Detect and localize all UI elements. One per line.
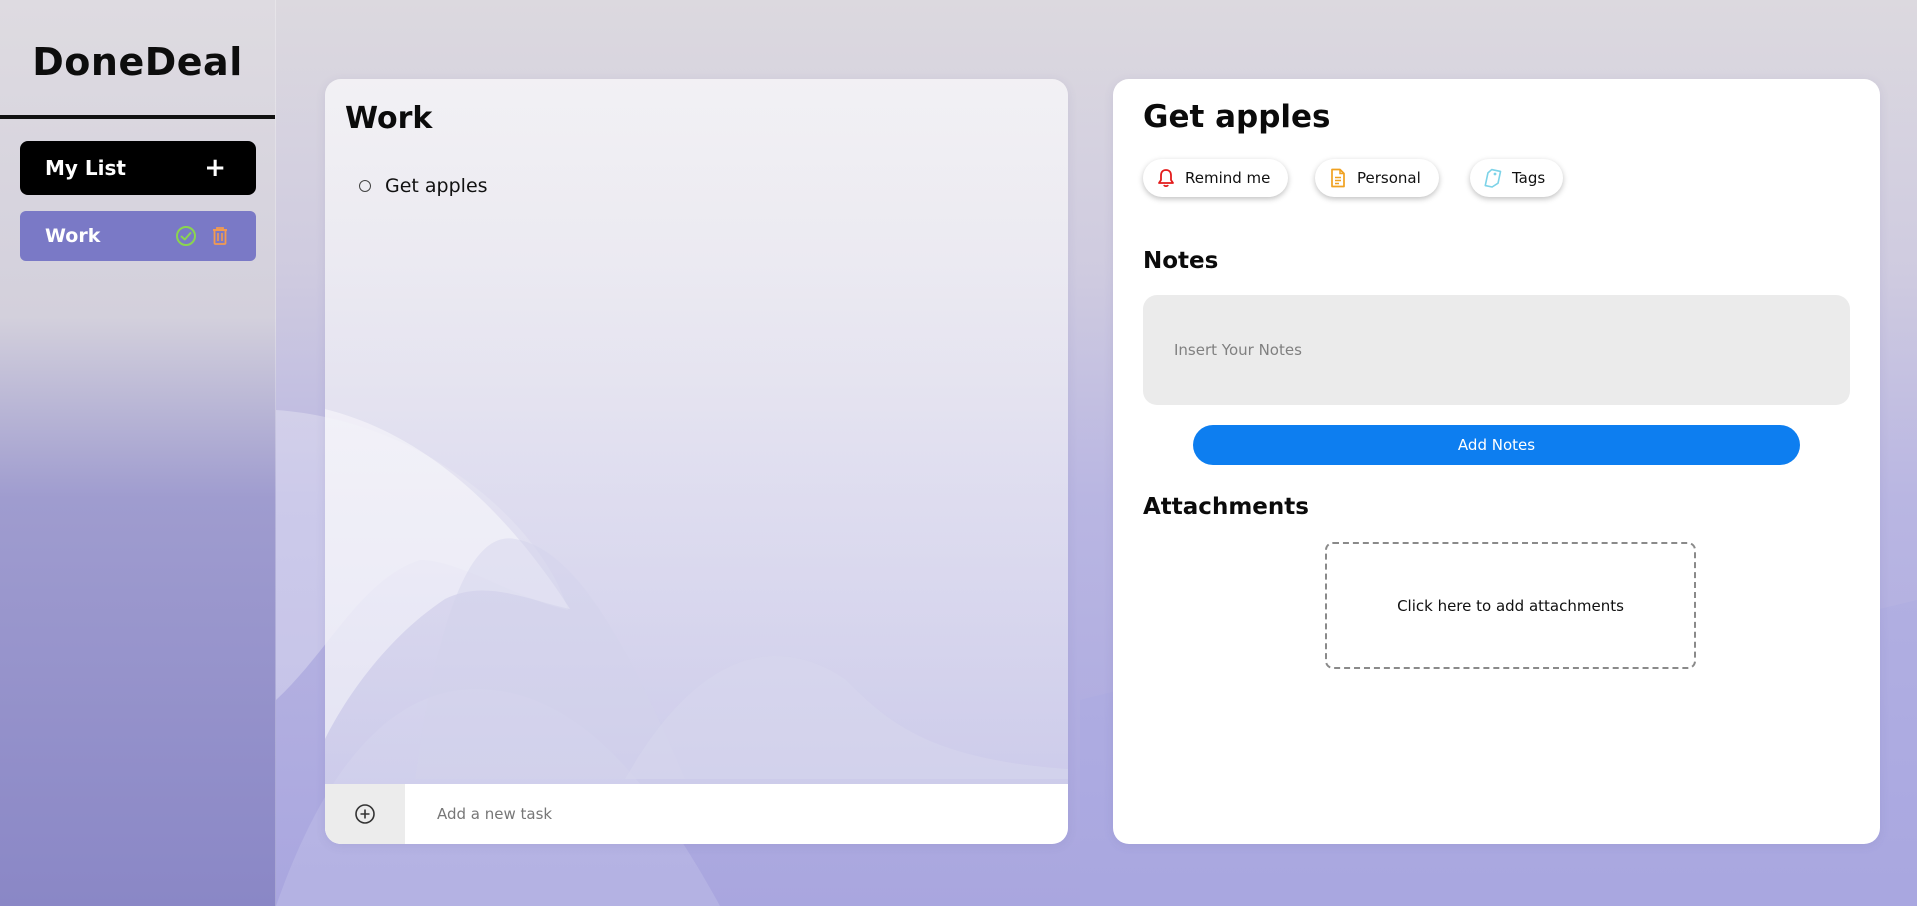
sidebar-item-work[interactable]: Work [20, 211, 256, 261]
brand-divider [0, 115, 275, 119]
app-brand: DoneDeal [32, 40, 243, 84]
check-circle-icon[interactable] [175, 225, 197, 247]
attachments-dropzone[interactable]: Click here to add attachments [1325, 542, 1696, 669]
chip-label: Tags [1512, 169, 1546, 187]
trash-icon[interactable] [209, 225, 231, 247]
notes-heading: Notes [1143, 248, 1219, 274]
list-title: Work [345, 101, 433, 136]
sidebar: DoneDeal My List + Work [0, 0, 276, 906]
remind-me-button[interactable]: Remind me [1143, 159, 1289, 197]
plus-circle-icon [354, 803, 376, 825]
tasks-panel: Work Get apples [325, 79, 1068, 844]
chip-label: Personal [1357, 169, 1421, 187]
notes-input[interactable] [1143, 295, 1850, 405]
personal-button[interactable]: Personal [1315, 159, 1439, 197]
task-item[interactable]: Get apples [359, 175, 488, 197]
attachments-heading: Attachments [1143, 494, 1309, 520]
chip-label: Remind me [1185, 169, 1271, 187]
add-notes-button[interactable]: Add Notes [1193, 425, 1800, 465]
task-text: Get apples [385, 175, 488, 197]
task-checkbox[interactable] [359, 180, 371, 192]
my-list-label: My List [45, 156, 126, 180]
document-icon [1329, 168, 1347, 188]
add-task-bar [325, 784, 1068, 844]
new-task-input[interactable] [405, 784, 1068, 844]
task-detail-title: Get apples [1143, 99, 1331, 135]
plus-icon[interactable]: + [204, 155, 226, 181]
tags-button[interactable]: Tags [1470, 159, 1564, 197]
my-list-button[interactable]: My List + [20, 141, 256, 195]
task-detail-panel: Get apples Remind me Personal Tags Notes… [1113, 79, 1880, 844]
sidebar-item-label: Work [45, 225, 101, 247]
bell-icon [1157, 168, 1175, 188]
tag-icon [1484, 168, 1502, 188]
add-task-button[interactable] [325, 784, 405, 844]
